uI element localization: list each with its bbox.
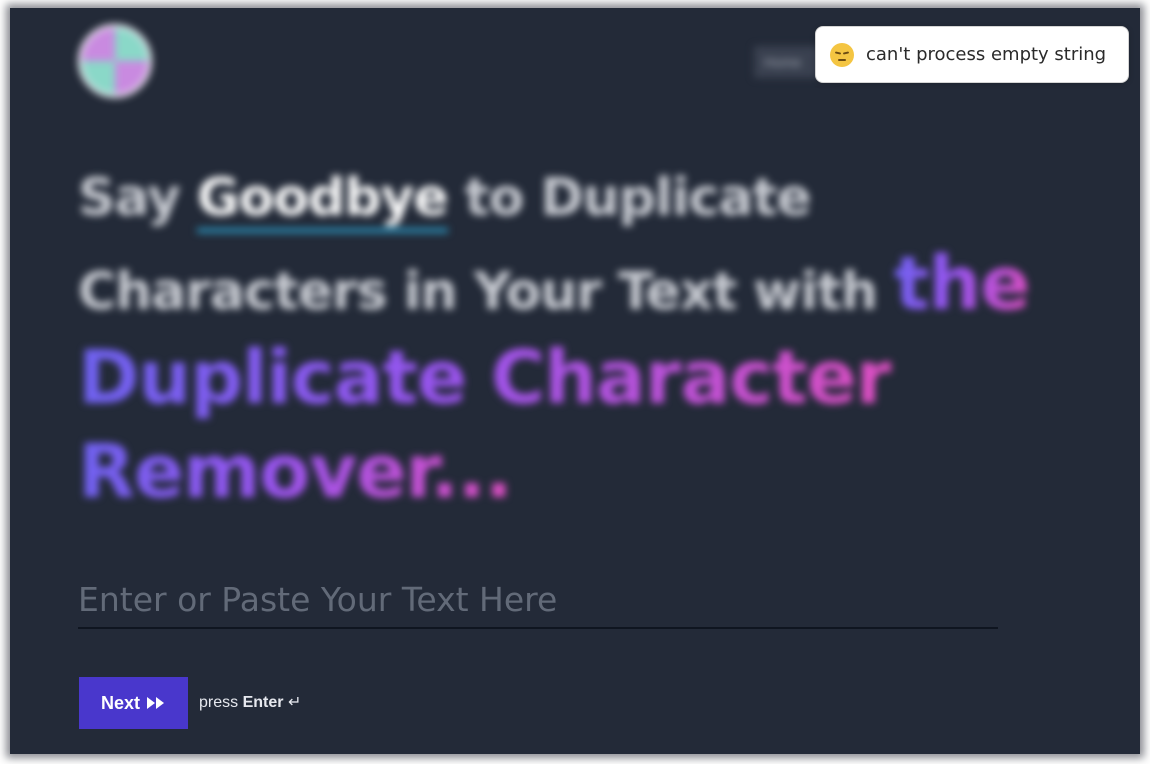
app-logo[interactable] xyxy=(78,24,152,98)
return-icon: ↵ xyxy=(287,694,302,711)
brand-name-line2: Remover... xyxy=(78,429,513,515)
error-toast[interactable]: can't process empty string xyxy=(815,26,1129,83)
text-input-wrapper xyxy=(78,574,998,629)
fast-forward-icon xyxy=(147,697,164,709)
brand-word-the: the xyxy=(894,241,1030,327)
next-button-label: Next xyxy=(100,692,140,713)
next-button[interactable]: Next xyxy=(79,677,188,729)
headline-prefix: Say xyxy=(78,168,197,228)
pensive-face-icon xyxy=(830,42,854,67)
hero-headline: Say Goodbye to Duplicate Characters in Y… xyxy=(78,156,1038,522)
blurred-background-content: Home Say Goodbye to Duplicate Characters… xyxy=(10,8,1140,754)
brand-name-line1: Duplicate Character xyxy=(78,335,892,421)
toast-message: can't process empty string xyxy=(866,44,1107,65)
hint-key: Enter xyxy=(242,694,284,711)
enter-hint: press Enter ↵ xyxy=(199,692,301,712)
app-frame: Home Say Goodbye to Duplicate Characters… xyxy=(10,8,1140,754)
headline-highlight: Goodbye xyxy=(196,168,449,233)
hint-prefix: press xyxy=(199,694,243,711)
text-input[interactable] xyxy=(78,574,998,629)
headline-suffix: to Duplicate xyxy=(447,168,812,228)
headline-line2: Characters in Your Text with xyxy=(78,262,895,322)
